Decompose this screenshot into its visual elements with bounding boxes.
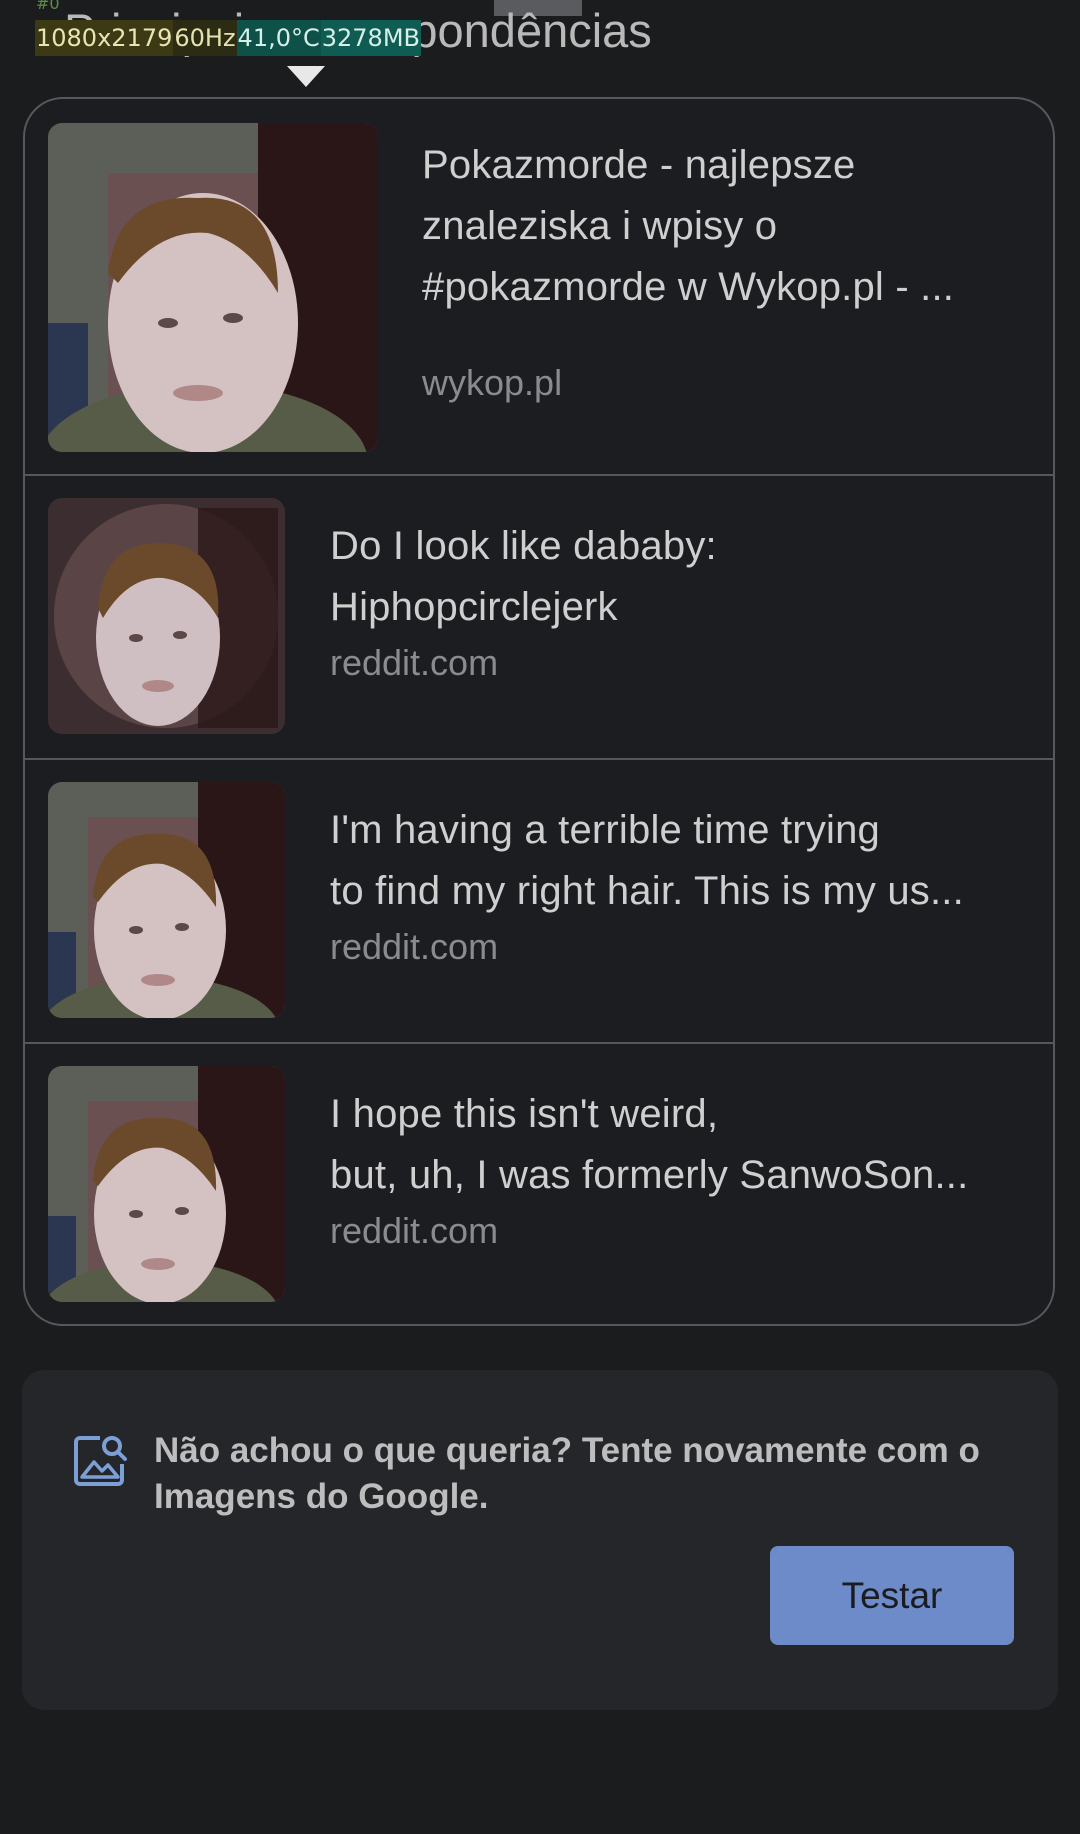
caret-down-icon [287,66,325,87]
result-source: reddit.com [330,1210,499,1251]
face-photo-icon [48,123,378,452]
debug-marker: #0 [36,0,60,13]
result-title-line: to find my right hair. This is my us... [330,869,964,913]
debug-resolution: 1080x2179 [35,20,174,56]
result-thumbnail[interactable] [48,498,285,734]
try-button[interactable]: Testar [770,1546,1014,1645]
page: Principais correspondências #0 1080x2179… [0,0,1080,1834]
image-search-icon [74,1436,127,1486]
result-title[interactable]: Pokazmorde - najlepsze znaleziska i wpis… [422,135,1042,318]
result-thumbnail[interactable] [48,123,378,452]
feedback-card: Não achou o que queria? Tente novamente … [22,1370,1058,1710]
result-item[interactable]: Do I look like dababy: Hiphopcirclejerk … [25,476,1053,760]
face-photo-icon [48,782,285,1018]
result-title-line: I hope this isn't weird, [330,1092,719,1136]
debug-refresh-rate: 60Hz [173,20,237,56]
result-title-line: znaleziska i wpisy o [422,204,778,248]
result-source: reddit.com [330,926,499,967]
result-source: wykop.pl [422,362,563,403]
result-item[interactable]: I hope this isn't weird, but, uh, I was … [25,1044,1053,1324]
result-source: reddit.com [330,642,499,683]
debug-memory: 3278MB [320,20,421,56]
result-title-line: I'm having a terrible time trying [330,808,880,852]
feedback-message: Não achou o que queria? Tente novamente … [154,1431,980,1516]
face-photo-icon [48,498,285,734]
result-title-line: Pokazmorde - najlepsze [422,143,856,187]
results-card: Pokazmorde - najlepsze znaleziska i wpis… [23,97,1055,1326]
result-title[interactable]: I'm having a terrible time trying to fin… [330,800,1040,922]
debug-temperature: 41,0°C [236,20,321,56]
result-title-line: but, uh, I was formerly SanwoSon... [330,1153,969,1197]
result-title-line: Do I look like dababy: [330,524,717,568]
result-item[interactable]: I'm having a terrible time trying to fin… [25,760,1053,1044]
result-item[interactable]: Pokazmorde - najlepsze znaleziska i wpis… [25,99,1053,476]
debug-overlay: 1080x2179 60Hz 41,0°C 3278MB [35,20,421,56]
result-title[interactable]: Do I look like dababy: Hiphopcirclejerk [330,516,1040,638]
result-title-line: #pokazmorde w Wykop.pl - ... [422,265,955,309]
result-thumbnail[interactable] [48,1066,285,1302]
result-title[interactable]: I hope this isn't weird, but, uh, I was … [330,1084,1040,1206]
result-title-line: Hiphopcirclejerk [330,585,618,629]
face-photo-icon [48,1066,285,1302]
result-thumbnail[interactable] [48,782,285,1018]
